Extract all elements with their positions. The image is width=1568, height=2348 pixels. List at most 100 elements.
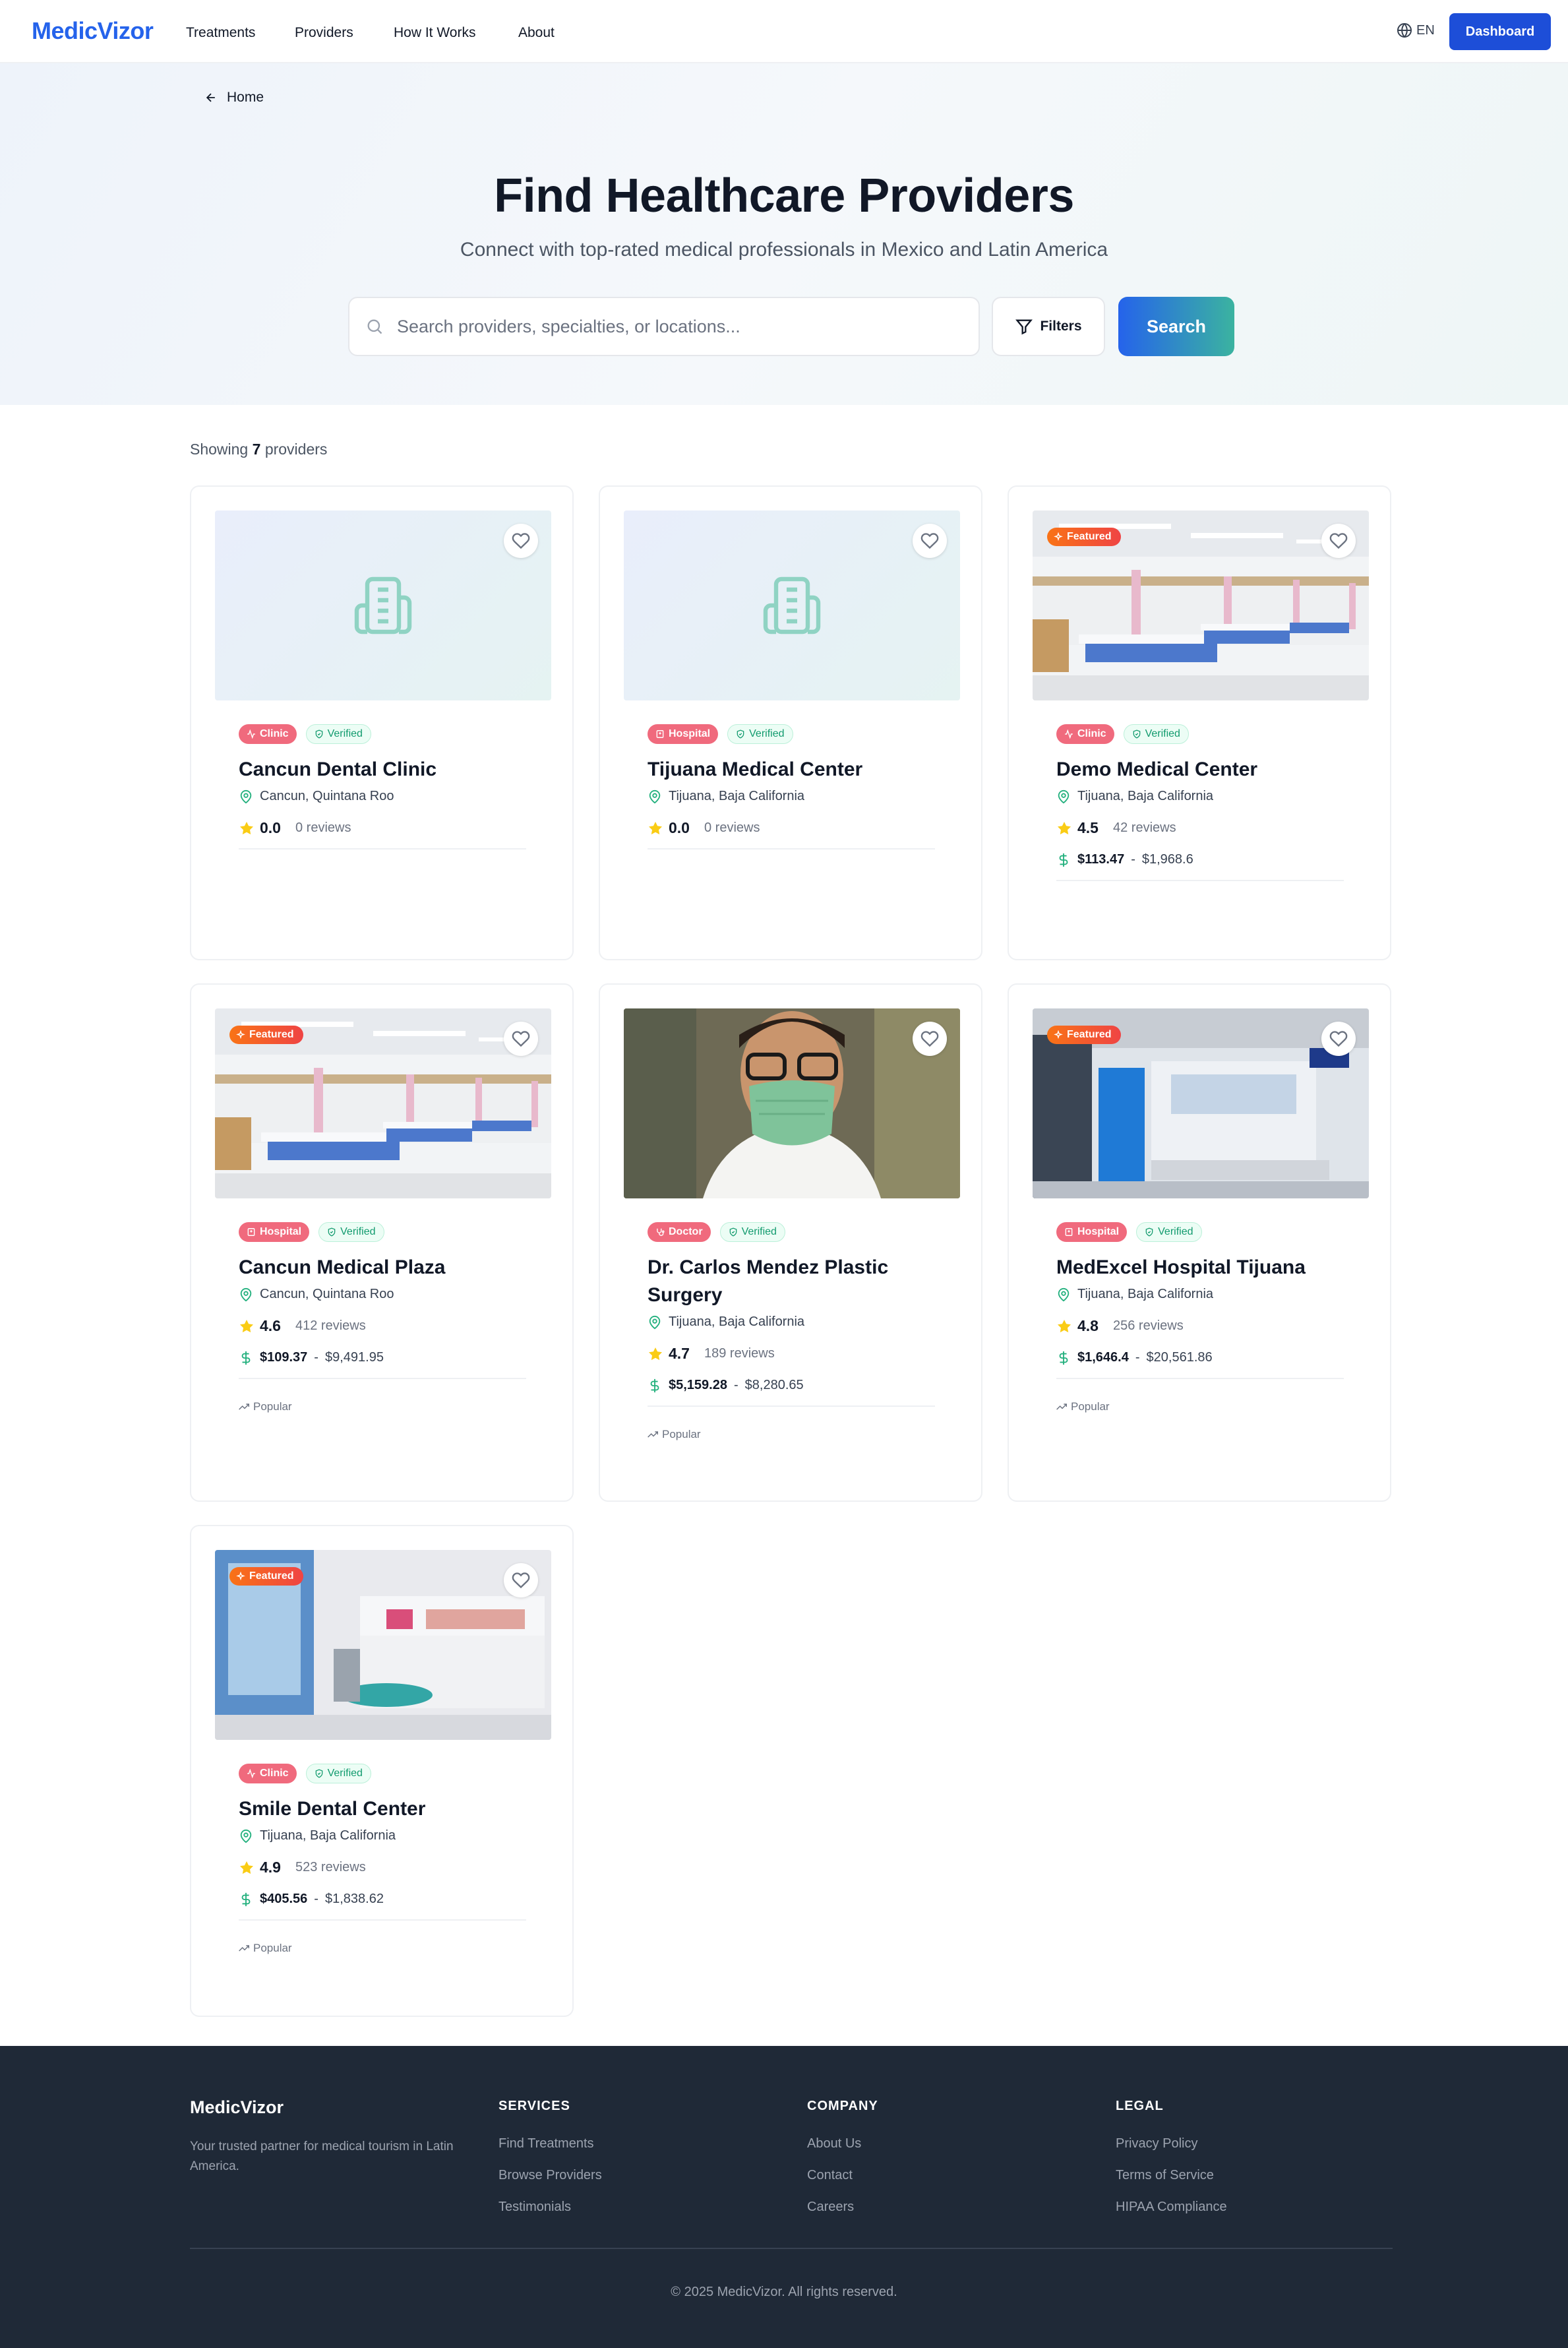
provider-card[interactable]: Doctor Verified Dr. Carlos Mendez Plastic … <box>599 983 982 1502</box>
provider-location: Tijuana, Baja California <box>1056 789 1213 804</box>
results-number: 7 <box>252 441 261 458</box>
price-separator: - <box>733 1378 739 1392</box>
provider-badges: Clinic Verified <box>239 1764 371 1783</box>
shield-check-icon <box>737 729 744 739</box>
provider-card[interactable]: Clinic Verified Cancun Dental Clinic Cancun… <box>190 485 574 960</box>
shield-check-icon <box>1145 1227 1153 1237</box>
provider-price-range: $5,159.28- $8,280.65 <box>648 1378 804 1393</box>
provider-image[interactable] <box>624 510 960 700</box>
nav-providers[interactable]: Providers <box>295 25 353 41</box>
provider-price-range: $113.47- $1,968.6 <box>1056 852 1193 867</box>
footer-link-contact[interactable]: Contact <box>807 2168 853 2183</box>
card-divider <box>648 848 935 850</box>
footer: MedicVizor Your trusted partner for medi… <box>0 2046 1568 2348</box>
sparkle-icon <box>1054 532 1063 541</box>
provider-name[interactable]: Cancun Dental Clinic <box>239 756 542 784</box>
provider-image[interactable] <box>624 1008 960 1198</box>
provider-name[interactable]: Cancun Medical Plaza <box>239 1254 542 1282</box>
logo[interactable]: MedicVizor <box>32 17 154 45</box>
favorite-button[interactable] <box>1321 1022 1356 1056</box>
star-icon <box>649 1347 662 1360</box>
provider-location: Cancun, Quintana Roo <box>239 1287 394 1302</box>
price-max: $1,968.6 <box>1141 852 1193 867</box>
popular-tag: Popular <box>1056 1400 1110 1413</box>
review-count: 412 reviews <box>295 1318 366 1333</box>
language-selector[interactable]: EN <box>1397 22 1435 38</box>
price-min: $5,159.28 <box>669 1378 727 1392</box>
provider-name[interactable]: Dr. Carlos Mendez Plastic Surgery <box>648 1254 951 1309</box>
favorite-button[interactable] <box>504 1022 538 1056</box>
copyright: © 2025 MedicVizor. All rights reserved. <box>671 2285 897 2299</box>
provider-rating: 4.9 523 reviews <box>239 1859 366 1876</box>
back-home-link[interactable]: Home <box>204 90 264 106</box>
provider-name[interactable]: Tijuana Medical Center <box>648 756 951 784</box>
search-input[interactable] <box>397 316 964 337</box>
provider-card[interactable]: Featured Clinic Verified Smile Dental Cente… <box>190 1525 574 2017</box>
search-button[interactable]: Search <box>1118 297 1234 356</box>
hospital-icon <box>247 1228 255 1236</box>
shield-check-icon <box>315 729 322 739</box>
language-label: EN <box>1416 22 1435 38</box>
sparkle-icon <box>236 1572 245 1581</box>
star-icon <box>240 1319 253 1332</box>
footer-brand: MedicVizor <box>190 2097 284 2117</box>
price-min: $1,646.4 <box>1077 1350 1129 1365</box>
provider-name[interactable]: Smile Dental Center <box>239 1795 542 1823</box>
building-icon <box>354 576 412 634</box>
shield-check-icon <box>1133 729 1140 739</box>
footer-link-terms[interactable]: Terms of Service <box>1116 2168 1214 2183</box>
footer-tagline: Your trusted partner for medical tourism… <box>190 2140 454 2173</box>
heart-icon <box>512 1031 530 1047</box>
footer-heading-company: COMPANY <box>807 2099 878 2113</box>
heart-icon <box>920 1031 939 1047</box>
favorite-button[interactable] <box>1321 524 1356 558</box>
footer-link-about-us[interactable]: About Us <box>807 2136 861 2151</box>
popular-tag: Popular <box>239 1942 292 1955</box>
provider-badges: Doctor Verified <box>648 1222 785 1242</box>
map-pin-icon <box>649 1315 661 1329</box>
type-badge: Hospital <box>1056 1222 1128 1242</box>
dashboard-button[interactable]: Dashboard <box>1449 13 1551 50</box>
trending-up-icon <box>239 1945 249 1952</box>
type-badge: Hospital <box>648 724 719 744</box>
map-pin-icon <box>240 1287 252 1301</box>
nav-how-it-works[interactable]: How It Works <box>394 25 475 41</box>
provider-image[interactable] <box>215 510 551 700</box>
nav-about[interactable]: About <box>518 25 555 41</box>
filters-label: Filters <box>1040 319 1082 334</box>
filters-button[interactable]: Filters <box>992 297 1105 356</box>
price-separator: - <box>314 1350 318 1365</box>
verified-badge: Verified <box>727 724 793 744</box>
star-icon <box>240 1861 253 1874</box>
nav-treatments[interactable]: Treatments <box>186 25 255 41</box>
trending-up-icon <box>648 1431 658 1438</box>
provider-card[interactable]: Hospital Verified Tijuana Medical Center Ti… <box>599 485 982 960</box>
provider-name[interactable]: MedExcel Hospital Tijuana <box>1056 1254 1360 1282</box>
sparkle-icon <box>1054 1030 1063 1039</box>
provider-card[interactable]: Featured Clinic Verified Demo Medical Cente… <box>1008 485 1391 960</box>
provider-location: Tijuana, Baja California <box>1056 1287 1213 1302</box>
map-pin-icon <box>649 789 661 803</box>
footer-link-privacy-policy[interactable]: Privacy Policy <box>1116 2136 1197 2151</box>
footer-link-browse-providers[interactable]: Browse Providers <box>498 2168 602 2183</box>
provider-location: Tijuana, Baja California <box>239 1828 396 1843</box>
provider-card[interactable]: Featured Hospital Verified Cancun Medical P… <box>190 983 574 1502</box>
heart-icon <box>920 533 939 549</box>
provider-card[interactable]: Featured Hospital Verified MedExcel Hospita… <box>1008 983 1391 1502</box>
type-badge: Clinic <box>1056 724 1114 744</box>
footer-link-hipaa[interactable]: HIPAA Compliance <box>1116 2200 1227 2215</box>
favorite-button[interactable] <box>504 524 538 558</box>
star-icon <box>240 821 253 834</box>
footer-heading-legal: LEGAL <box>1116 2099 1164 2113</box>
footer-link-careers[interactable]: Careers <box>807 2200 854 2215</box>
favorite-button[interactable] <box>504 1563 538 1597</box>
footer-link-testimonials[interactable]: Testimonials <box>498 2200 571 2215</box>
favorite-button[interactable] <box>913 524 947 558</box>
heart-icon <box>1329 533 1348 549</box>
provider-rating: 4.8 256 reviews <box>1056 1317 1184 1335</box>
provider-name[interactable]: Demo Medical Center <box>1056 756 1360 784</box>
footer-link-find-treatments[interactable]: Find Treatments <box>498 2136 594 2151</box>
verified-badge: Verified <box>305 724 371 744</box>
image-placeholder <box>624 510 960 700</box>
favorite-button[interactable] <box>913 1022 947 1056</box>
